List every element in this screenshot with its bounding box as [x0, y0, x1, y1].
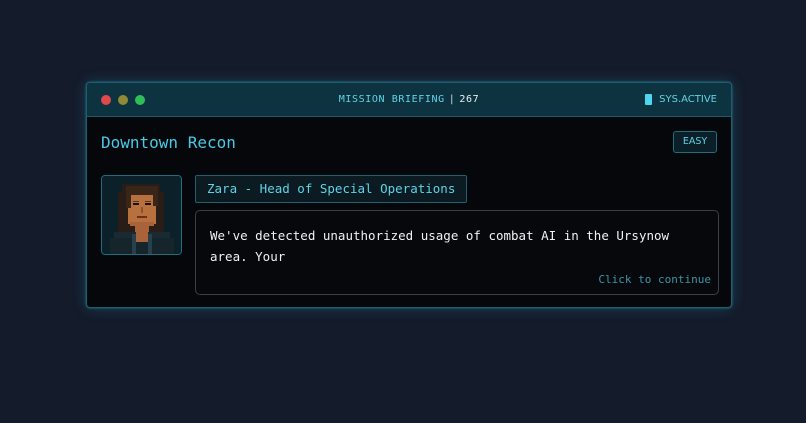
mission-briefing-window: MISSION BRIEFING | 267 SYS.ACTIVE Downtown… — [86, 82, 732, 308]
system-status: SYS.ACTIVE — [645, 94, 717, 105]
dialog-box[interactable]: We've detected unauthorized usage of com… — [195, 210, 719, 295]
status-label: SYS.ACTIVE — [659, 94, 717, 105]
speaker-avatar — [101, 175, 182, 255]
dialog-text: We've detected unauthorized usage of com… — [210, 228, 670, 264]
pixel-portrait-icon — [102, 176, 181, 254]
title-separator: | — [448, 94, 456, 105]
window-title-label: MISSION BRIEFING — [338, 94, 445, 105]
click-to-continue-prompt[interactable]: Click to continue — [598, 273, 711, 286]
speaker-name-tag: Zara - Head of Special Operations — [195, 175, 468, 203]
mission-title: Downtown Recon — [101, 133, 236, 152]
title-bar: MISSION BRIEFING | 267 SYS.ACTIVE — [87, 83, 731, 117]
mission-number: 267 — [459, 94, 480, 105]
difficulty-badge: EASY — [673, 131, 717, 153]
window-title: MISSION BRIEFING | 267 — [87, 94, 731, 105]
status-indicator-icon — [645, 94, 653, 105]
